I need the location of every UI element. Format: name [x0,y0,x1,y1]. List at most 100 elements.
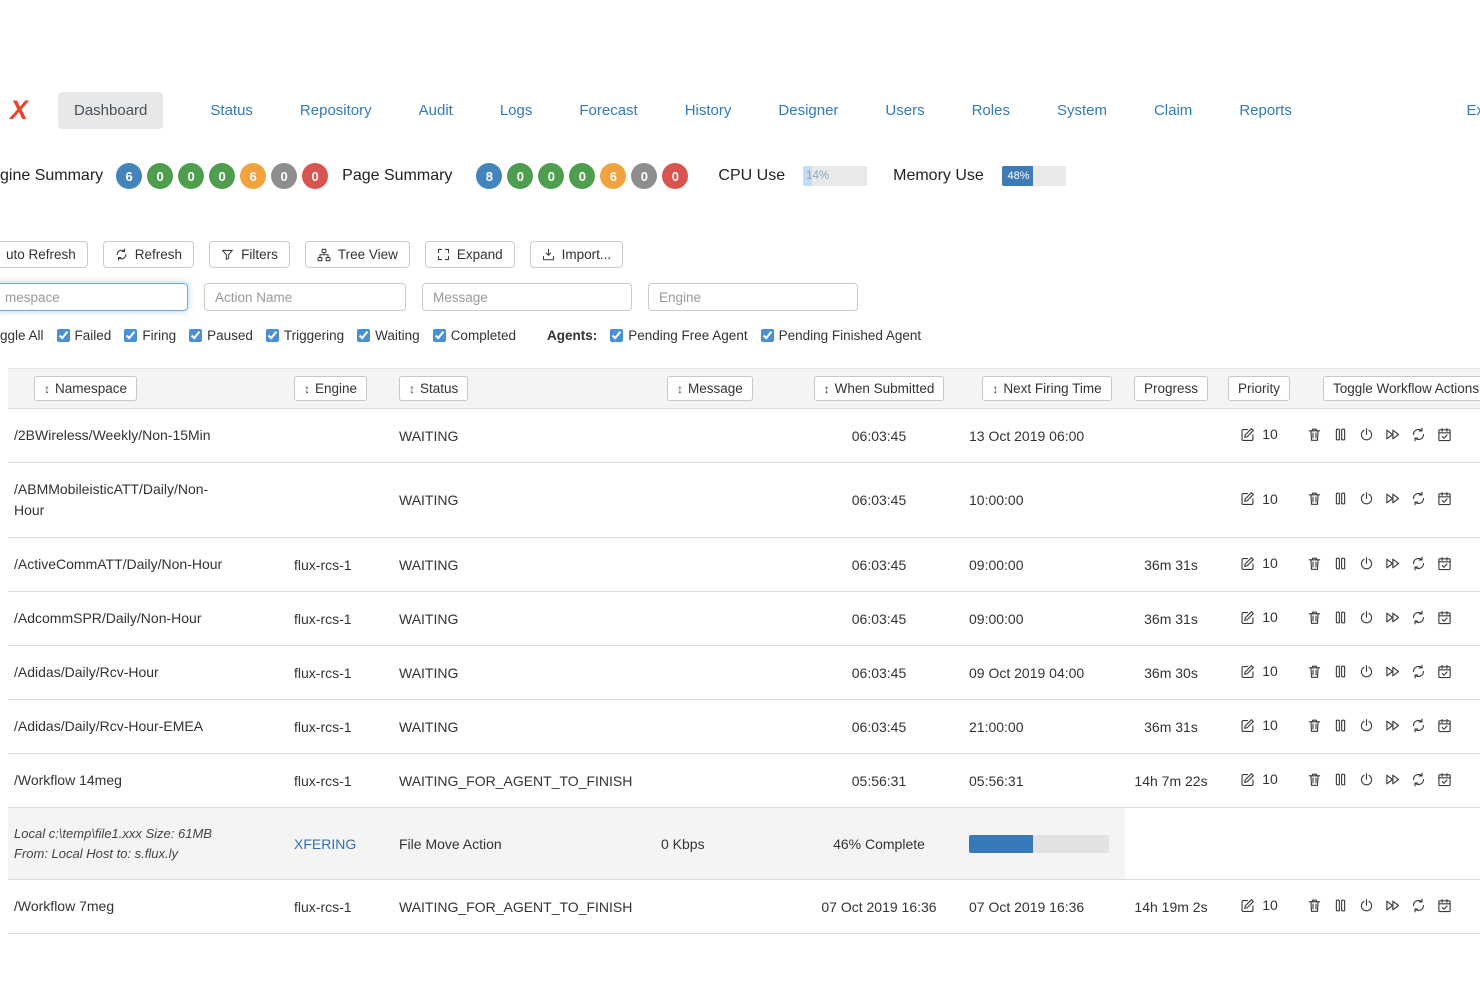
delete-icon[interactable] [1307,610,1322,625]
edit-priority-icon[interactable] [1240,491,1255,506]
pause-icon[interactable] [1333,491,1348,506]
schedule-icon[interactable] [1437,772,1452,787]
page-status-count-badge[interactable]: 0 [569,163,595,189]
waiting-checkbox[interactable] [357,329,370,342]
schedule-icon[interactable] [1437,610,1452,625]
pause-icon[interactable] [1333,556,1348,571]
schedule-icon[interactable] [1437,718,1452,733]
message-filter-input[interactable] [422,283,632,311]
filter-completed[interactable]: Completed [433,328,516,343]
flux-logo[interactable]: X [0,95,46,126]
paused-checkbox[interactable] [189,329,202,342]
delete-icon[interactable] [1307,491,1322,506]
pending-finished-agent-checkbox[interactable] [761,329,774,342]
nav-tab[interactable]: Designer [778,102,838,119]
power-icon[interactable] [1359,898,1374,913]
filters-button[interactable]: Filters [209,241,290,268]
repeat-icon[interactable] [1411,610,1426,625]
page-status-count-badge[interactable]: 0 [662,163,688,189]
delete-icon[interactable] [1307,772,1322,787]
engine-status-count-badge[interactable]: 0 [178,163,204,189]
fast-forward-icon[interactable] [1385,772,1400,787]
nav-tab[interactable]: Repository [300,102,372,119]
fast-forward-icon[interactable] [1385,898,1400,913]
tree-view-button[interactable]: Tree View [305,241,410,268]
namespace-filter-input[interactable] [0,283,188,311]
nav-tab[interactable]: Audit [419,102,453,119]
schedule-icon[interactable] [1437,664,1452,679]
schedule-icon[interactable] [1437,898,1452,913]
repeat-icon[interactable] [1411,718,1426,733]
repeat-icon[interactable] [1411,898,1426,913]
filter-failed[interactable]: Failed [57,328,112,343]
auto-refresh-button[interactable]: uto Refresh [0,241,88,268]
sort-status-button[interactable]: ↕ Status [399,376,468,401]
edit-priority-icon[interactable] [1240,427,1255,442]
page-status-count-badge[interactable]: 6 [600,163,626,189]
filter-pending-free-agent[interactable]: Pending Free Agent [610,328,747,343]
repeat-icon[interactable] [1411,772,1426,787]
sort-message-button[interactable]: ↕ Message [667,376,753,401]
engine-status-count-badge[interactable]: 6 [116,163,142,189]
schedule-icon[interactable] [1437,556,1452,571]
power-icon[interactable] [1359,772,1374,787]
fast-forward-icon[interactable] [1385,491,1400,506]
schedule-icon[interactable] [1437,427,1452,442]
power-icon[interactable] [1359,718,1374,733]
pause-icon[interactable] [1333,664,1348,679]
table-row[interactable]: /Adidas/Daily/Rcv-Hour-EMEA flux-rcs-1 W… [8,700,1480,754]
import-button[interactable]: Import... [530,241,624,268]
refresh-button[interactable]: Refresh [103,241,194,268]
delete-icon[interactable] [1307,556,1322,571]
triggering-checkbox[interactable] [266,329,279,342]
fast-forward-icon[interactable] [1385,610,1400,625]
edit-priority-icon[interactable] [1240,610,1255,625]
table-row[interactable]: /AdcommSPR/Daily/Non-Hour flux-rcs-1 WAI… [8,592,1480,646]
edit-priority-icon[interactable] [1240,772,1255,787]
table-row[interactable]: /Adidas/Daily/Rcv-Hour flux-rcs-1 WAITIN… [8,646,1480,700]
delete-icon[interactable] [1307,718,1322,733]
filter-waiting[interactable]: Waiting [357,328,420,343]
filter-paused[interactable]: Paused [189,328,253,343]
nav-tab[interactable]: Dashboard [58,92,163,129]
nav-tab[interactable]: Roles [972,102,1010,119]
page-status-count-badge[interactable]: 0 [507,163,533,189]
firing-checkbox[interactable] [124,329,137,342]
sort-next-firing-time-button[interactable]: ↕ Next Firing Time [982,376,1111,401]
nav-tab[interactable]: Forecast [579,102,637,119]
nav-tab[interactable]: System [1057,102,1107,119]
nav-tab[interactable]: Users [885,102,924,119]
engine-status-count-badge[interactable]: 0 [147,163,173,189]
pause-icon[interactable] [1333,610,1348,625]
power-icon[interactable] [1359,610,1374,625]
nav-tab[interactable]: Status [210,102,253,119]
page-status-count-badge[interactable]: 0 [631,163,657,189]
engine-status-count-badge[interactable]: 0 [271,163,297,189]
table-row[interactable]: /Workflow 14meg flux-rcs-1 WAITING_FOR_A… [8,754,1480,808]
edit-priority-icon[interactable] [1240,718,1255,733]
pause-icon[interactable] [1333,718,1348,733]
fast-forward-icon[interactable] [1385,664,1400,679]
expand-button[interactable]: Expand [425,241,515,268]
filter-firing[interactable]: Firing [124,328,176,343]
table-row[interactable]: /2BWireless/Weekly/Non-15Min WAITING 06:… [8,409,1480,463]
nav-tab[interactable]: History [685,102,732,119]
repeat-icon[interactable] [1411,427,1426,442]
engine-status-count-badge[interactable]: 0 [302,163,328,189]
delete-icon[interactable] [1307,898,1322,913]
filter-triggering[interactable]: Triggering [266,328,344,343]
filter-toggle-all[interactable]: ggle All [0,328,44,343]
fast-forward-icon[interactable] [1385,427,1400,442]
table-row[interactable]: /ActiveCommATT/Daily/Non-Hour flux-rcs-1… [8,538,1480,592]
failed-checkbox[interactable] [57,329,70,342]
pending-free-agent-checkbox[interactable] [610,329,623,342]
sort-namespace-button[interactable]: ↕ Namespace [34,376,137,401]
page-status-count-badge[interactable]: 0 [538,163,564,189]
edit-priority-icon[interactable] [1240,664,1255,679]
fast-forward-icon[interactable] [1385,556,1400,571]
table-row[interactable]: /Workflow 7meg flux-rcs-1 WAITING_FOR_AG… [8,880,1480,934]
delete-icon[interactable] [1307,427,1322,442]
pause-icon[interactable] [1333,898,1348,913]
power-icon[interactable] [1359,427,1374,442]
sort-when-submitted-button[interactable]: ↕ When Submitted [814,376,945,401]
